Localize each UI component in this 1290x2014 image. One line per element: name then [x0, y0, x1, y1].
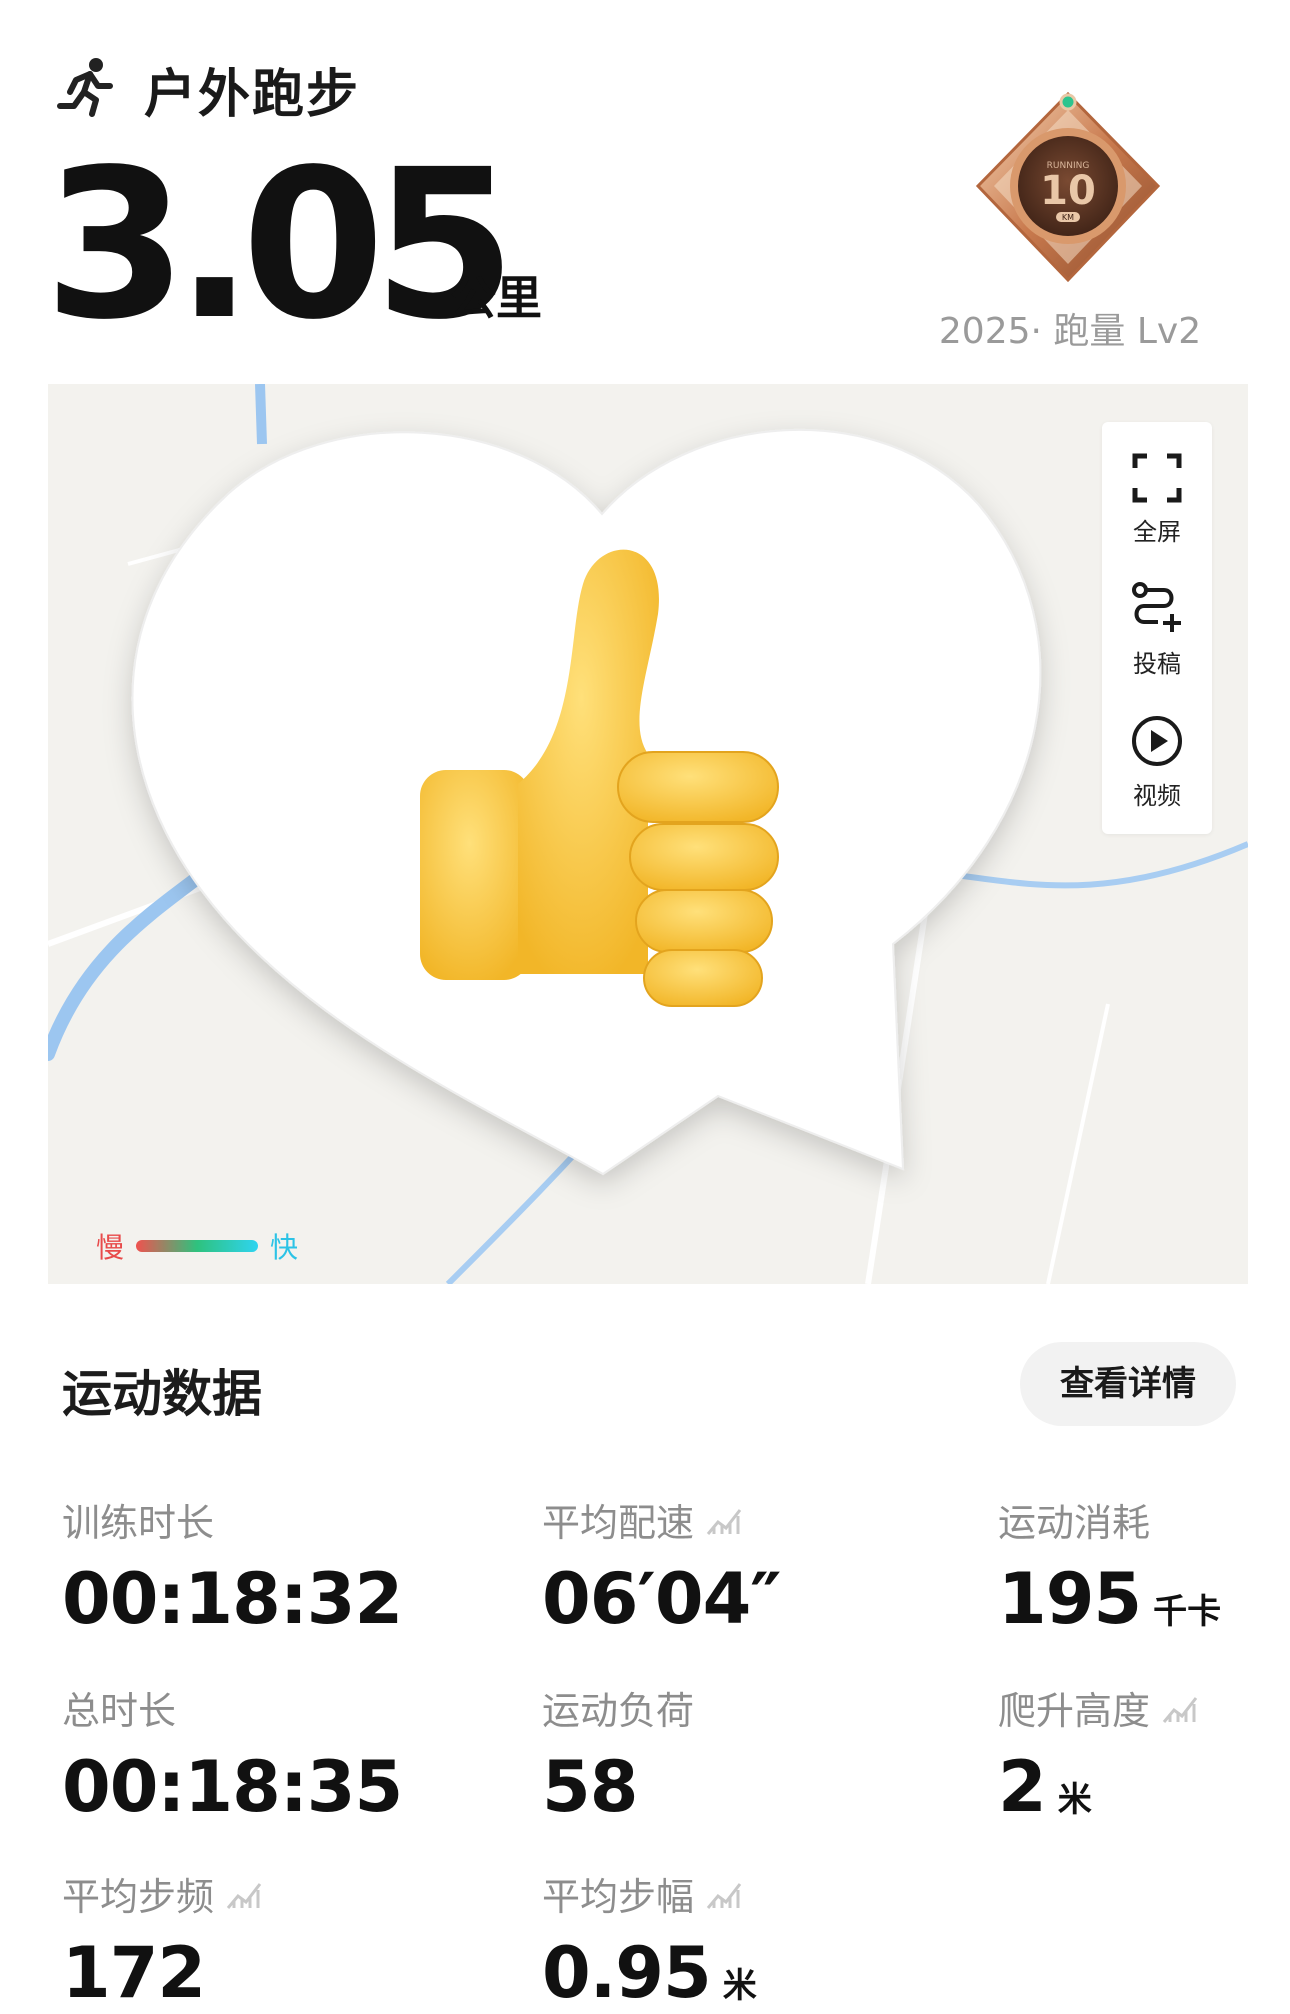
stat-label: 平均步频: [62, 1874, 215, 1919]
section-title: 运动数据: [62, 1365, 262, 1423]
stat-calories: 运动消耗 195 千卡: [998, 1496, 1222, 1641]
stat-label: 运动消耗: [998, 1500, 1151, 1545]
fullscreen-label: 全屏: [1133, 518, 1181, 546]
medal-label: 2025· 跑量 Lv2: [938, 311, 1202, 352]
stat-elevation-gain[interactable]: 爬升高度 2 米: [998, 1684, 1200, 1828]
map-toolbar: 全屏 投稿 视频: [1102, 422, 1212, 834]
view-details-button[interactable]: 查看详情: [1020, 1342, 1236, 1426]
distance-unit: 公里: [450, 271, 542, 325]
stat-value: 58: [542, 1746, 638, 1828]
stat-unit: 千卡: [1153, 1592, 1222, 1632]
stat-value: 0.95: [542, 1932, 712, 2014]
fullscreen-icon: [1132, 453, 1182, 503]
submit-label: 投稿: [1133, 650, 1181, 678]
legend-fast-label: 快: [270, 1231, 299, 1264]
stat-label: 爬升高度: [998, 1688, 1151, 1733]
route-add-icon: [1132, 582, 1181, 632]
stat-label: 平均配速: [542, 1500, 695, 1545]
video-label: 视频: [1133, 782, 1181, 810]
fullscreen-button[interactable]: 全屏: [1102, 452, 1212, 547]
submit-route-button[interactable]: 投稿: [1102, 582, 1212, 679]
stat-training-duration: 训练时长 00:18:32: [62, 1496, 403, 1641]
stat-value: 195: [998, 1558, 1142, 1640]
video-button[interactable]: 视频: [1102, 714, 1212, 811]
stat-total-duration: 总时长 00:18:35: [62, 1684, 403, 1829]
stat-value: 2: [998, 1746, 1047, 1828]
stat-training-load: 运动负荷 58: [542, 1684, 694, 1829]
stat-value: 00:18:35: [62, 1746, 403, 1828]
stat-value: 172: [62, 1932, 206, 2014]
stat-unit: 米: [722, 1966, 757, 2006]
page-title: 户外跑步: [144, 65, 361, 125]
stat-label: 运动负荷: [542, 1688, 695, 1733]
legend-slow-label: 慢: [96, 1231, 125, 1264]
trend-chart-icon[interactable]: [226, 1876, 264, 1910]
map-background: [48, 384, 1248, 1284]
medal-number: 10: [1040, 168, 1096, 214]
stat-avg-cadence[interactable]: 平均步频 172: [62, 1870, 264, 2014]
stat-value: 06′04″: [542, 1558, 782, 1640]
stat-avg-stride[interactable]: 平均步幅 0.95 米: [542, 1870, 757, 2014]
trend-chart-icon[interactable]: [706, 1502, 744, 1536]
pace-gradient-bar: [136, 1240, 258, 1252]
play-circle-icon: [1132, 716, 1182, 766]
distance-value: 3.05: [44, 125, 516, 365]
route-map[interactable]: 全屏 投稿 视频 慢 快: [48, 384, 1248, 1284]
trend-chart-icon[interactable]: [1162, 1690, 1200, 1724]
stat-label: 训练时长: [62, 1500, 215, 1545]
stat-value: 00:18:32: [62, 1558, 403, 1640]
stat-label: 平均步幅: [542, 1874, 695, 1919]
stat-label: 总时长: [62, 1688, 177, 1733]
medal-unit: KM: [1062, 213, 1074, 222]
stat-avg-pace[interactable]: 平均配速 06′04″: [542, 1496, 782, 1641]
trend-chart-icon[interactable]: [706, 1876, 744, 1910]
running-medal-badge[interactable]: RUNNING 10 KM: [970, 88, 1166, 288]
stat-unit: 米: [1057, 1780, 1092, 1820]
running-person-icon: [57, 58, 113, 117]
